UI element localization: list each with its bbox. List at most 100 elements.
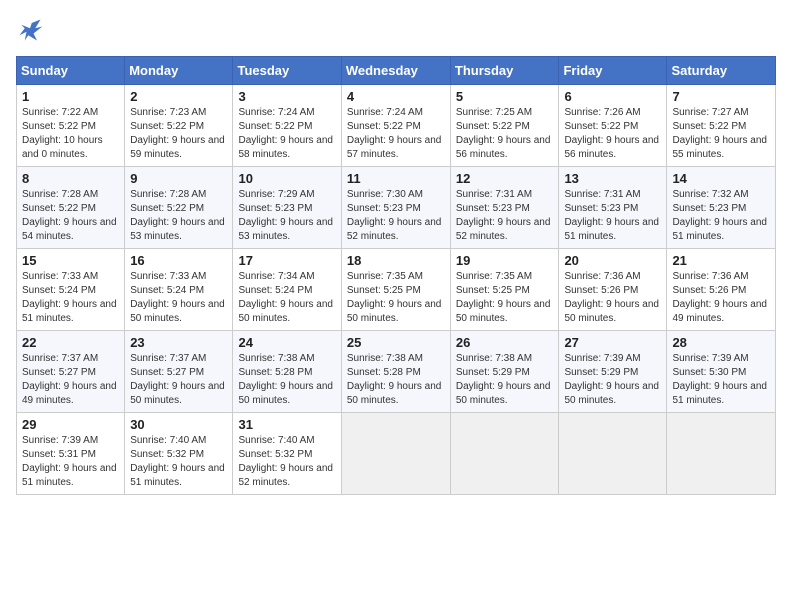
day-cell: 25 Sunrise: 7:38 AMSunset: 5:28 PMDaylig… <box>341 331 450 413</box>
week-row-1: 1 Sunrise: 7:22 AMSunset: 5:22 PMDayligh… <box>17 85 776 167</box>
day-number: 6 <box>564 89 661 104</box>
day-info: Sunrise: 7:40 AMSunset: 5:32 PMDaylight:… <box>238 435 333 488</box>
week-row-3: 15 Sunrise: 7:33 AMSunset: 5:24 PMDaylig… <box>17 249 776 331</box>
column-header-wednesday: Wednesday <box>341 57 450 85</box>
day-info: Sunrise: 7:38 AMSunset: 5:29 PMDaylight:… <box>456 353 551 406</box>
day-info: Sunrise: 7:40 AMSunset: 5:32 PMDaylight:… <box>130 435 225 488</box>
day-number: 30 <box>130 417 227 432</box>
day-cell <box>341 413 450 495</box>
day-number: 31 <box>238 417 335 432</box>
day-number: 27 <box>564 335 661 350</box>
day-info: Sunrise: 7:31 AMSunset: 5:23 PMDaylight:… <box>564 189 659 242</box>
day-info: Sunrise: 7:39 AMSunset: 5:31 PMDaylight:… <box>22 435 117 488</box>
day-number: 21 <box>672 253 770 268</box>
day-number: 11 <box>347 171 445 186</box>
logo-icon <box>16 16 44 44</box>
day-cell: 28 Sunrise: 7:39 AMSunset: 5:30 PMDaylig… <box>667 331 776 413</box>
day-cell: 10 Sunrise: 7:29 AMSunset: 5:23 PMDaylig… <box>233 167 341 249</box>
day-number: 3 <box>238 89 335 104</box>
day-cell: 6 Sunrise: 7:26 AMSunset: 5:22 PMDayligh… <box>559 85 667 167</box>
week-row-5: 29 Sunrise: 7:39 AMSunset: 5:31 PMDaylig… <box>17 413 776 495</box>
day-cell: 16 Sunrise: 7:33 AMSunset: 5:24 PMDaylig… <box>125 249 233 331</box>
day-number: 5 <box>456 89 554 104</box>
day-cell <box>559 413 667 495</box>
day-cell <box>667 413 776 495</box>
column-header-sunday: Sunday <box>17 57 125 85</box>
day-cell: 4 Sunrise: 7:24 AMSunset: 5:22 PMDayligh… <box>341 85 450 167</box>
day-info: Sunrise: 7:36 AMSunset: 5:26 PMDaylight:… <box>564 271 659 324</box>
column-header-tuesday: Tuesday <box>233 57 341 85</box>
day-info: Sunrise: 7:30 AMSunset: 5:23 PMDaylight:… <box>347 189 442 242</box>
day-number: 14 <box>672 171 770 186</box>
day-number: 9 <box>130 171 227 186</box>
day-info: Sunrise: 7:39 AMSunset: 5:29 PMDaylight:… <box>564 353 659 406</box>
day-number: 4 <box>347 89 445 104</box>
day-info: Sunrise: 7:37 AMSunset: 5:27 PMDaylight:… <box>130 353 225 406</box>
day-info: Sunrise: 7:38 AMSunset: 5:28 PMDaylight:… <box>238 353 333 406</box>
day-cell: 17 Sunrise: 7:34 AMSunset: 5:24 PMDaylig… <box>233 249 341 331</box>
day-number: 20 <box>564 253 661 268</box>
day-info: Sunrise: 7:26 AMSunset: 5:22 PMDaylight:… <box>564 107 659 160</box>
day-info: Sunrise: 7:33 AMSunset: 5:24 PMDaylight:… <box>22 271 117 324</box>
day-info: Sunrise: 7:24 AMSunset: 5:22 PMDaylight:… <box>238 107 333 160</box>
day-cell: 1 Sunrise: 7:22 AMSunset: 5:22 PMDayligh… <box>17 85 125 167</box>
day-cell: 11 Sunrise: 7:30 AMSunset: 5:23 PMDaylig… <box>341 167 450 249</box>
day-cell: 26 Sunrise: 7:38 AMSunset: 5:29 PMDaylig… <box>450 331 559 413</box>
day-info: Sunrise: 7:37 AMSunset: 5:27 PMDaylight:… <box>22 353 117 406</box>
day-number: 7 <box>672 89 770 104</box>
day-number: 2 <box>130 89 227 104</box>
week-row-2: 8 Sunrise: 7:28 AMSunset: 5:22 PMDayligh… <box>17 167 776 249</box>
day-number: 1 <box>22 89 119 104</box>
day-cell: 13 Sunrise: 7:31 AMSunset: 5:23 PMDaylig… <box>559 167 667 249</box>
day-number: 16 <box>130 253 227 268</box>
day-info: Sunrise: 7:32 AMSunset: 5:23 PMDaylight:… <box>672 189 767 242</box>
page-header <box>16 16 776 44</box>
day-number: 12 <box>456 171 554 186</box>
day-cell: 3 Sunrise: 7:24 AMSunset: 5:22 PMDayligh… <box>233 85 341 167</box>
day-cell: 30 Sunrise: 7:40 AMSunset: 5:32 PMDaylig… <box>125 413 233 495</box>
day-number: 29 <box>22 417 119 432</box>
day-cell: 27 Sunrise: 7:39 AMSunset: 5:29 PMDaylig… <box>559 331 667 413</box>
day-cell: 20 Sunrise: 7:36 AMSunset: 5:26 PMDaylig… <box>559 249 667 331</box>
column-header-saturday: Saturday <box>667 57 776 85</box>
day-cell: 18 Sunrise: 7:35 AMSunset: 5:25 PMDaylig… <box>341 249 450 331</box>
day-info: Sunrise: 7:39 AMSunset: 5:30 PMDaylight:… <box>672 353 767 406</box>
column-header-thursday: Thursday <box>450 57 559 85</box>
day-cell: 24 Sunrise: 7:38 AMSunset: 5:28 PMDaylig… <box>233 331 341 413</box>
calendar-table: SundayMondayTuesdayWednesdayThursdayFrid… <box>16 56 776 495</box>
day-cell: 2 Sunrise: 7:23 AMSunset: 5:22 PMDayligh… <box>125 85 233 167</box>
day-cell: 14 Sunrise: 7:32 AMSunset: 5:23 PMDaylig… <box>667 167 776 249</box>
day-cell: 12 Sunrise: 7:31 AMSunset: 5:23 PMDaylig… <box>450 167 559 249</box>
day-cell: 19 Sunrise: 7:35 AMSunset: 5:25 PMDaylig… <box>450 249 559 331</box>
day-info: Sunrise: 7:24 AMSunset: 5:22 PMDaylight:… <box>347 107 442 160</box>
day-cell: 22 Sunrise: 7:37 AMSunset: 5:27 PMDaylig… <box>17 331 125 413</box>
day-number: 18 <box>347 253 445 268</box>
day-info: Sunrise: 7:33 AMSunset: 5:24 PMDaylight:… <box>130 271 225 324</box>
day-info: Sunrise: 7:31 AMSunset: 5:23 PMDaylight:… <box>456 189 551 242</box>
day-info: Sunrise: 7:23 AMSunset: 5:22 PMDaylight:… <box>130 107 225 160</box>
day-number: 22 <box>22 335 119 350</box>
day-cell: 31 Sunrise: 7:40 AMSunset: 5:32 PMDaylig… <box>233 413 341 495</box>
day-info: Sunrise: 7:27 AMSunset: 5:22 PMDaylight:… <box>672 107 767 160</box>
day-info: Sunrise: 7:36 AMSunset: 5:26 PMDaylight:… <box>672 271 767 324</box>
header-row: SundayMondayTuesdayWednesdayThursdayFrid… <box>17 57 776 85</box>
day-cell: 7 Sunrise: 7:27 AMSunset: 5:22 PMDayligh… <box>667 85 776 167</box>
day-info: Sunrise: 7:28 AMSunset: 5:22 PMDaylight:… <box>130 189 225 242</box>
day-number: 24 <box>238 335 335 350</box>
day-cell: 9 Sunrise: 7:28 AMSunset: 5:22 PMDayligh… <box>125 167 233 249</box>
week-row-4: 22 Sunrise: 7:37 AMSunset: 5:27 PMDaylig… <box>17 331 776 413</box>
day-cell: 15 Sunrise: 7:33 AMSunset: 5:24 PMDaylig… <box>17 249 125 331</box>
day-number: 23 <box>130 335 227 350</box>
day-number: 8 <box>22 171 119 186</box>
day-number: 15 <box>22 253 119 268</box>
day-info: Sunrise: 7:22 AMSunset: 5:22 PMDaylight:… <box>22 107 103 160</box>
day-info: Sunrise: 7:35 AMSunset: 5:25 PMDaylight:… <box>347 271 442 324</box>
day-number: 25 <box>347 335 445 350</box>
day-number: 28 <box>672 335 770 350</box>
day-cell: 29 Sunrise: 7:39 AMSunset: 5:31 PMDaylig… <box>17 413 125 495</box>
day-info: Sunrise: 7:28 AMSunset: 5:22 PMDaylight:… <box>22 189 117 242</box>
day-number: 13 <box>564 171 661 186</box>
column-header-monday: Monday <box>125 57 233 85</box>
day-cell: 5 Sunrise: 7:25 AMSunset: 5:22 PMDayligh… <box>450 85 559 167</box>
day-info: Sunrise: 7:35 AMSunset: 5:25 PMDaylight:… <box>456 271 551 324</box>
